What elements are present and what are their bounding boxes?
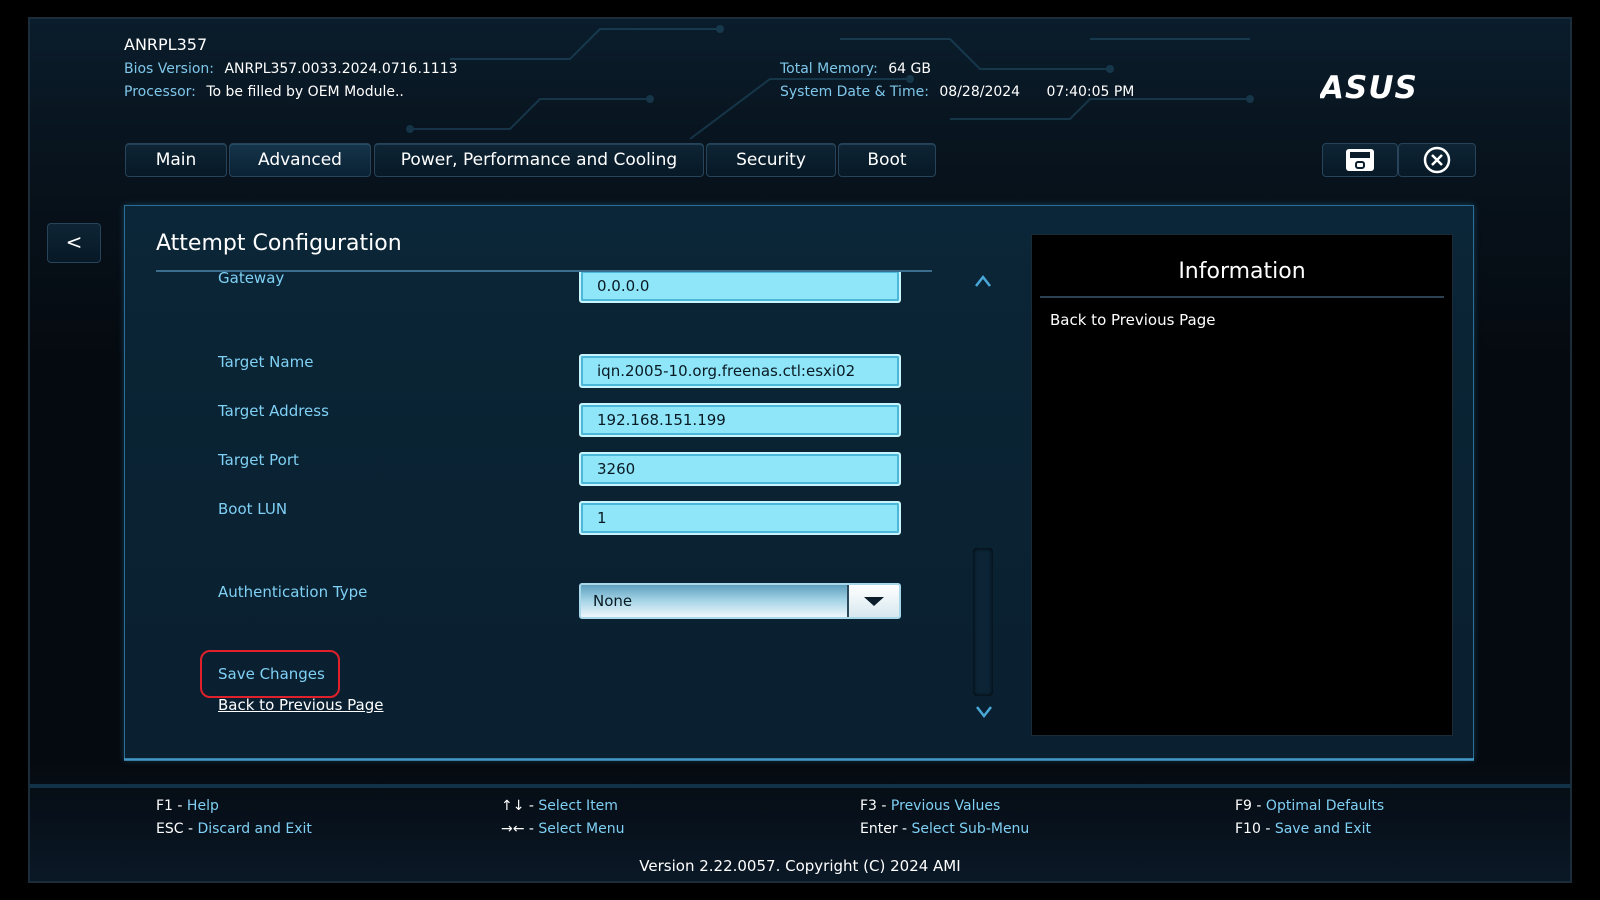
- panel-bottom-border: [124, 758, 1474, 761]
- select-item-hint: ↑↓ - Select Item: [501, 798, 618, 814]
- f10-desc: Save and Exit: [1274, 821, 1371, 837]
- f9-desc: Optimal Defaults: [1265, 798, 1385, 814]
- boot-lun-field[interactable]: 1: [579, 501, 901, 535]
- save-exit-hint: F10 - Save and Exit: [1235, 821, 1371, 837]
- target-name-label: Target Name: [218, 353, 314, 371]
- target-port-label: Target Port: [218, 451, 299, 469]
- gateway-field[interactable]: 0.0.0.0: [579, 272, 901, 303]
- tab-main[interactable]: Main: [125, 143, 227, 177]
- information-panel: Information Back to Previous Page: [1031, 234, 1453, 736]
- asus-logo: ASUS: [1320, 72, 1418, 102]
- tab-boot[interactable]: Boot: [838, 143, 936, 177]
- select-menu-hint: →← - Select Menu: [501, 821, 625, 837]
- select-submenu-hint: Enter - Select Sub-Menu: [860, 821, 1030, 837]
- authentication-type-select[interactable]: None: [579, 583, 901, 619]
- information-text: Back to Previous Page: [1050, 311, 1216, 329]
- total-memory: Total Memory: 64 GB: [780, 61, 931, 78]
- information-divider: [1040, 296, 1444, 298]
- bios-version-label: Bios Version:: [124, 61, 215, 77]
- save-button[interactable]: [1322, 143, 1398, 177]
- bios-version: Bios Version: ANRPL357.0033.2024.0716.11…: [124, 61, 458, 78]
- optimal-defaults-hint: F9 - Optimal Defaults: [1235, 798, 1385, 814]
- f10-key: F10: [1235, 821, 1261, 837]
- scroll-up-icon[interactable]: [974, 272, 992, 293]
- chevron-down-icon: [864, 597, 884, 606]
- processor-value: To be filled by OEM Module..: [206, 84, 404, 100]
- version-text: Version 2.22.0057. Copyright (C) 2024 AM…: [639, 857, 961, 875]
- authentication-type-value: None: [593, 592, 633, 610]
- esc-desc: Discard and Exit: [197, 821, 312, 837]
- dropdown-toggle[interactable]: [847, 585, 899, 617]
- processor-label: Processor:: [124, 84, 196, 100]
- esc-key: ESC: [156, 821, 184, 837]
- gateway-label: Gateway: [218, 272, 285, 287]
- scroll-down-icon[interactable]: [975, 703, 993, 724]
- total-memory-value: 64 GB: [888, 61, 931, 77]
- circuit-background: [406, 25, 1254, 140]
- page-title: Attempt Configuration: [156, 231, 402, 256]
- tab-power-performance-cooling[interactable]: Power, Performance and Cooling: [374, 143, 704, 177]
- highlight-annotation: [200, 650, 340, 698]
- processor-info: Processor: To be filled by OEM Module..: [124, 84, 404, 101]
- system-datetime: System Date & Time: 08/28/2024 07:40:05 …: [780, 84, 1134, 101]
- bios-version-value: ANRPL357.0033.2024.0716.1113: [224, 61, 458, 77]
- help-hint: F1 - Help: [156, 798, 219, 814]
- tab-advanced[interactable]: Advanced: [229, 143, 371, 177]
- discard-exit-hint: ESC - Discard and Exit: [156, 821, 312, 837]
- exit-button[interactable]: [1398, 143, 1476, 177]
- total-memory-label: Total Memory:: [780, 61, 878, 77]
- enter-desc: Select Sub-Menu: [911, 821, 1030, 837]
- enter-key: Enter: [860, 821, 898, 837]
- close-circle-icon: [1423, 146, 1451, 174]
- target-name-field[interactable]: iqn.2005-10.org.freenas.ctl:esxi02: [579, 354, 901, 388]
- f3-key: F3: [860, 798, 877, 814]
- updown-key: ↑↓: [501, 798, 525, 814]
- footer-bar: [30, 784, 1570, 788]
- help-desc: Help: [186, 798, 219, 814]
- back-to-previous-page-link[interactable]: Back to Previous Page: [218, 696, 383, 714]
- target-address-field[interactable]: 192.168.151.199: [579, 403, 901, 437]
- asus-logo-text: ASUS: [1320, 72, 1418, 102]
- updown-desc: Select Item: [538, 798, 618, 814]
- scrollbar-thumb[interactable]: [973, 548, 993, 696]
- authentication-type-label: Authentication Type: [218, 583, 368, 601]
- back-button[interactable]: <: [47, 223, 101, 263]
- leftright-desc: Select Menu: [538, 821, 625, 837]
- tab-security[interactable]: Security: [706, 143, 836, 177]
- time-value: 07:40:05 PM: [1046, 84, 1135, 100]
- f3-desc: Previous Values: [890, 798, 1001, 814]
- save-icon: [1346, 149, 1374, 171]
- help-key: F1: [156, 798, 173, 814]
- target-port-field[interactable]: 3260: [579, 452, 901, 486]
- date-value: 08/28/2024: [939, 84, 1021, 100]
- model-name: ANRPL357: [124, 35, 208, 54]
- leftright-key: →←: [501, 821, 525, 837]
- datetime-label: System Date & Time:: [780, 84, 929, 100]
- information-title: Information: [1178, 259, 1306, 284]
- previous-values-hint: F3 - Previous Values: [860, 798, 1001, 814]
- f9-key: F9: [1235, 798, 1252, 814]
- boot-lun-label: Boot LUN: [218, 500, 288, 518]
- target-address-label: Target Address: [218, 402, 329, 420]
